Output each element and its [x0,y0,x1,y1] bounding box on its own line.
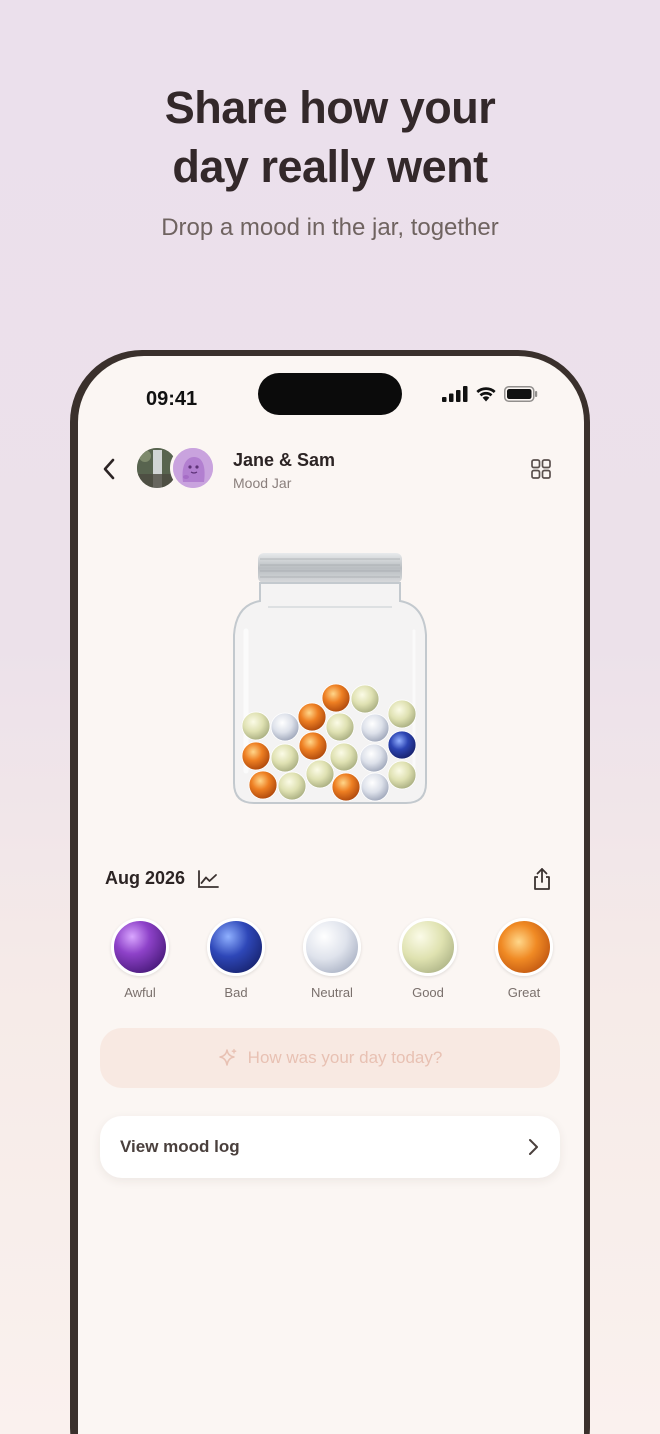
month-selector[interactable]: Aug 2026 [105,868,219,889]
how-was-your-day-label: How was your day today? [247,1048,443,1067]
view-mood-log-label: View mood log [120,1137,240,1156]
neutral-marble-icon [303,918,361,976]
couple-avatars[interactable] [134,445,224,493]
bad-marble-icon [207,918,265,976]
jar-type: Mood Jar [233,475,292,491]
line-chart-icon[interactable] [197,869,219,889]
mood-great[interactable]: Great [476,918,572,1000]
avatar-sam [170,445,216,491]
hero-headline-line-1: Share how your [164,82,496,133]
mood-bad-label: Bad [224,985,248,1000]
sparkle-icon [218,1048,237,1066]
month-label: Aug 2026 [105,868,186,888]
how-was-your-day-button[interactable]: How was your day today? [100,1028,560,1088]
cellular-signal-icon [442,386,468,402]
mood-neutral-label: Neutral [311,985,353,1000]
jar-owners: Jane & Sam [233,450,336,470]
mood-awful[interactable]: Awful [92,918,188,1000]
mood-awful-label: Awful [124,985,156,1000]
status-time: 09:41 [146,388,198,410]
battery-icon [504,386,538,402]
wifi-icon [476,387,496,402]
chevron-right-icon [529,1139,538,1155]
hero-subtitle: Drop a mood in the jar, together [161,214,499,241]
mood-great-label: Great [507,985,541,1000]
hero-headline: Share how your day really went [0,78,660,196]
blob-character-icon [173,448,213,488]
mood-jar [228,551,432,807]
mood-good-label: Good [412,985,444,1000]
back-chevron-icon[interactable] [98,454,122,484]
mood-good[interactable]: Good [380,918,476,1000]
glass-jar-illustration [233,553,427,804]
phone-frame: 09:41 Jane & Sam Mood Jar Aug 2026 Awful… [70,350,590,1434]
dynamic-island [258,373,402,415]
view-mood-log-button[interactable]: View mood log [100,1116,560,1178]
awful-marble-icon [111,918,169,976]
jar-title-block: Jane & Sam Mood Jar [233,450,335,491]
good-marble-icon [399,918,457,976]
great-marble-icon [495,918,553,976]
mood-bad[interactable]: Bad [188,918,284,1000]
share-icon[interactable] [530,866,554,892]
status-icons [442,386,538,402]
hero-headline-line-2: day really went [172,141,488,192]
mood-neutral[interactable]: Neutral [284,918,380,1000]
mood-picker: Awful Bad Neutral Good Great [92,918,572,1000]
phone-screen: 09:41 Jane & Sam Mood Jar Aug 2026 Awful… [78,356,584,1434]
grid-icon[interactable] [530,458,552,480]
